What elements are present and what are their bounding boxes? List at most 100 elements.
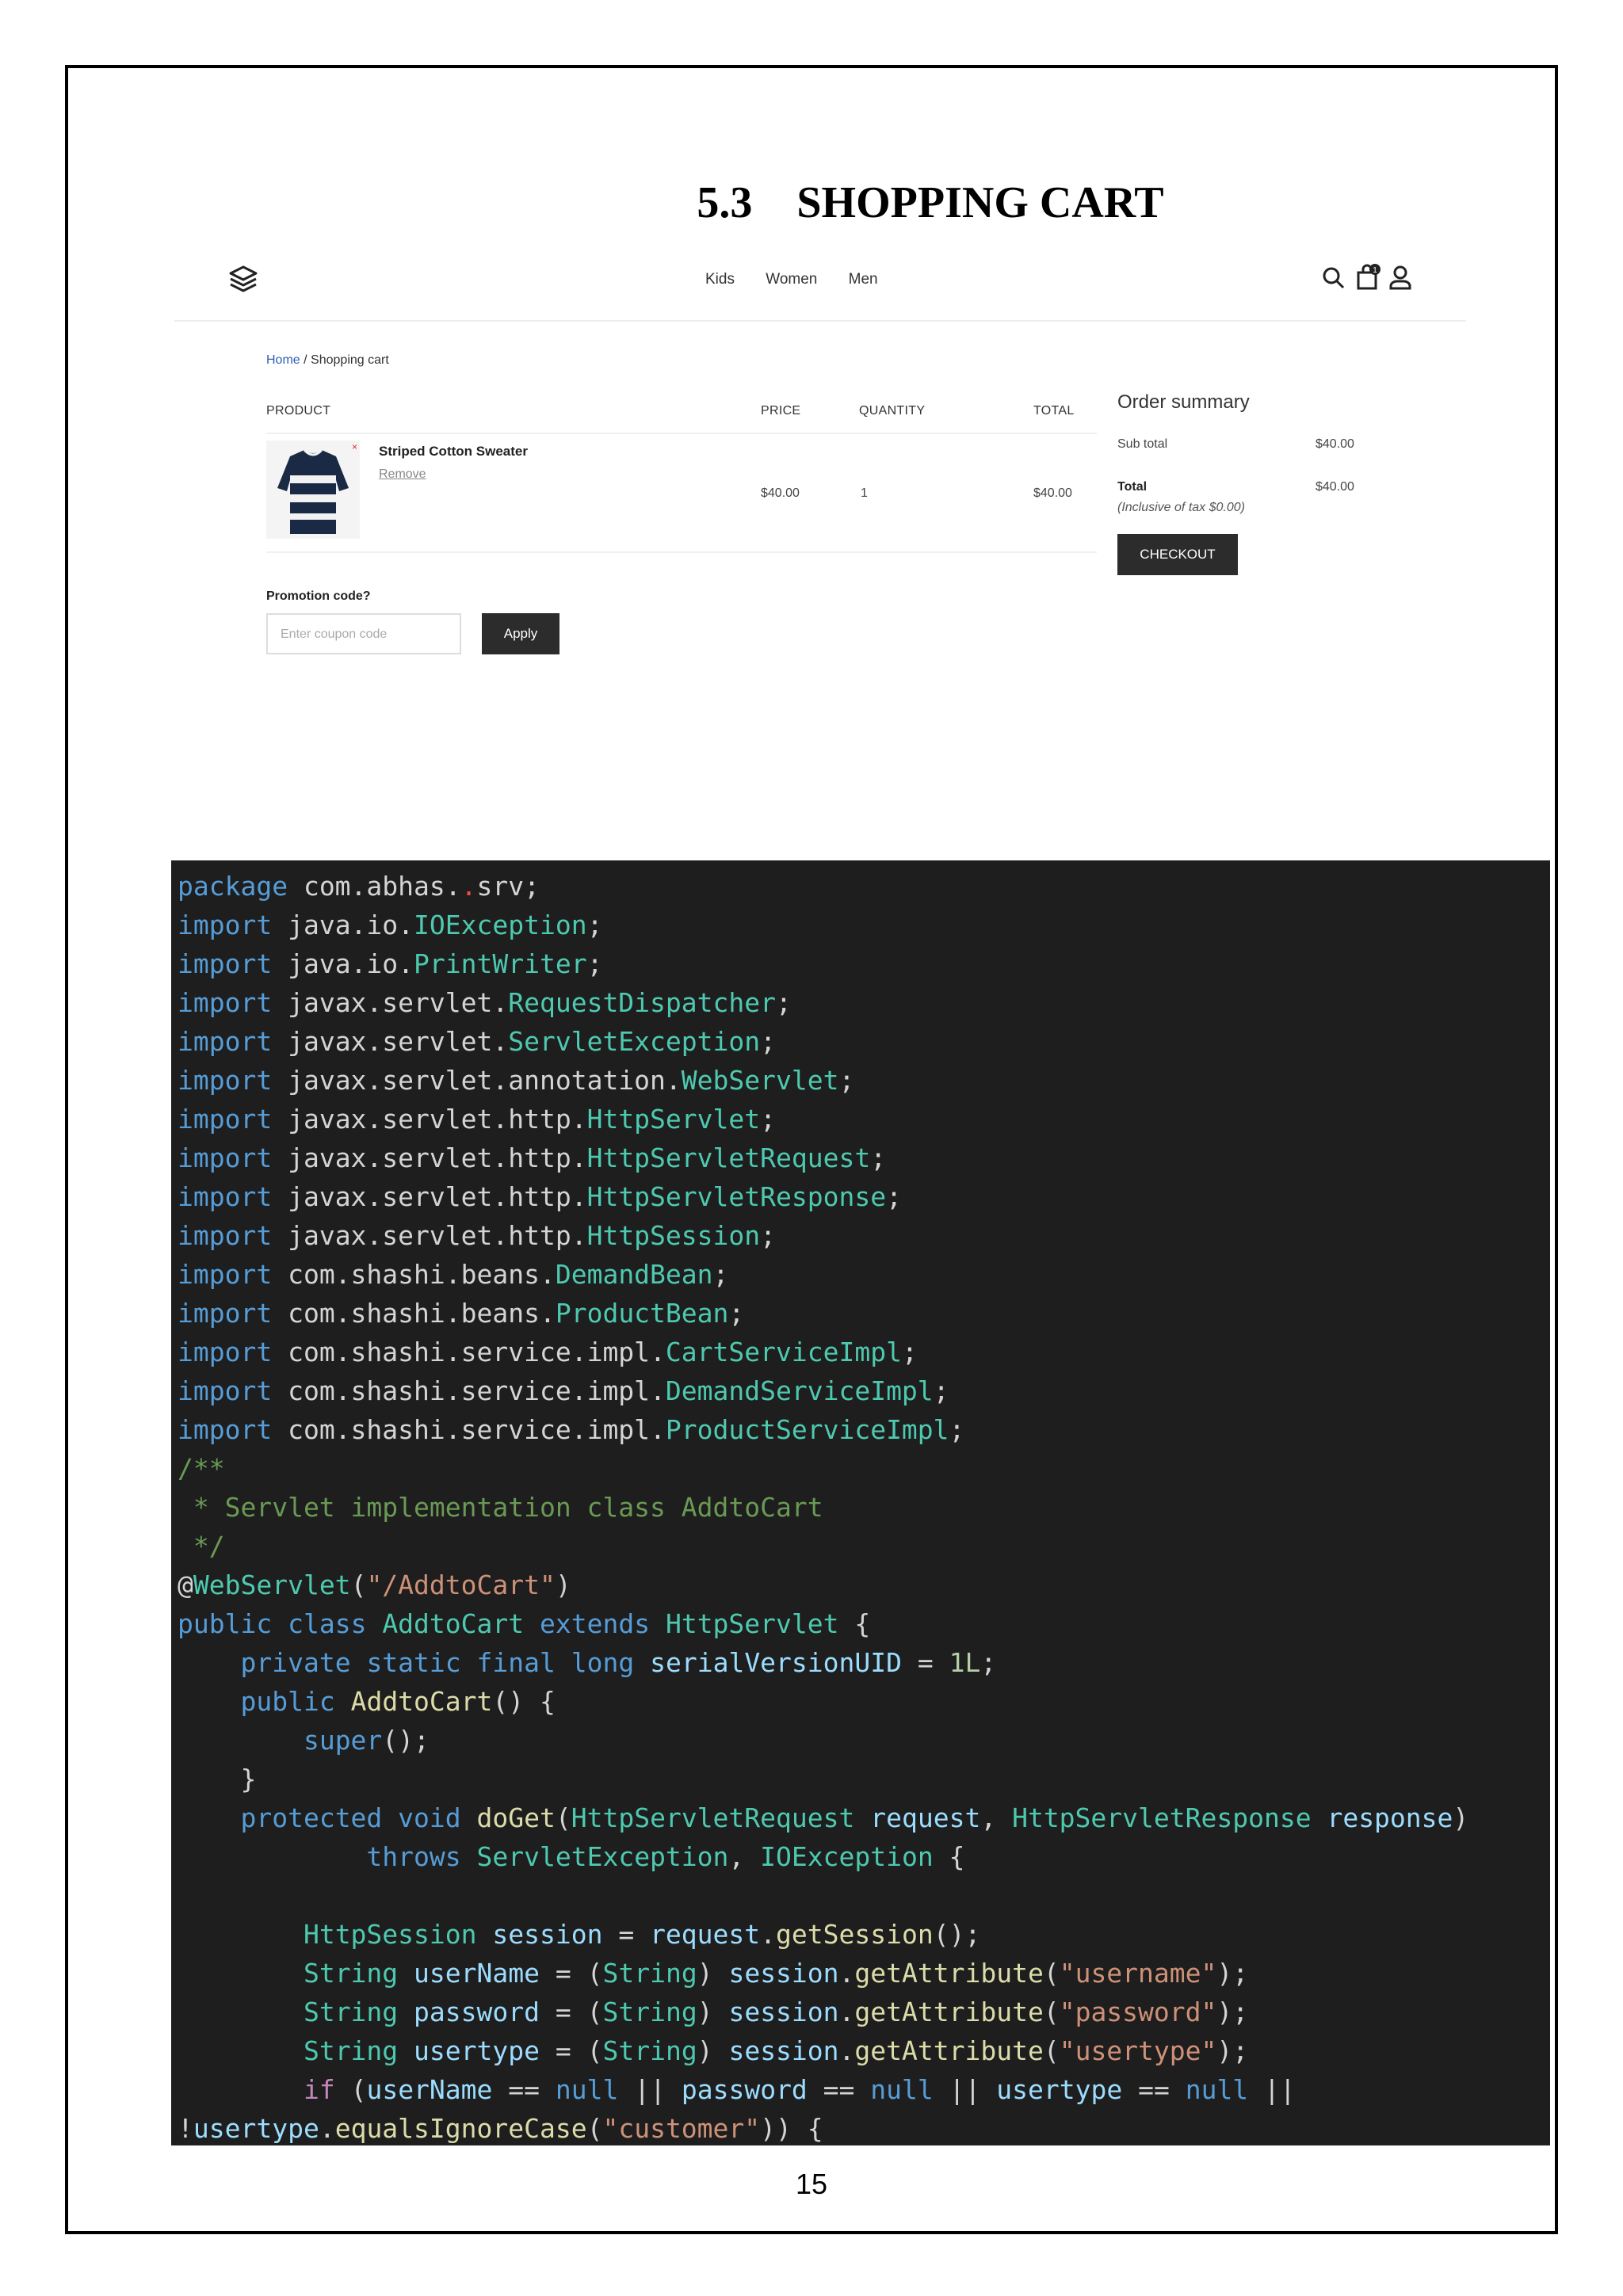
code-token: HttpServletResponse	[586, 1181, 887, 1212]
code-line: * Servlet implementation class AddtoCart	[178, 1488, 1550, 1527]
code-token: "username"	[1059, 1958, 1217, 1989]
item-quantity[interactable]: 1	[861, 486, 868, 501]
code-line: import javax.servlet.RequestDispatcher;	[178, 983, 1550, 1022]
code-token: );	[1216, 1997, 1249, 2027]
code-token: import	[178, 1181, 273, 1212]
code-token: ;	[712, 1259, 729, 1290]
code-line: }	[178, 1760, 1550, 1798]
code-token: (	[334, 2074, 367, 2105]
checkout-button[interactable]: CHECKOUT	[1117, 534, 1238, 575]
code-token: ==	[1122, 2074, 1186, 2105]
code-token: import	[178, 1337, 273, 1367]
code-token: ();	[382, 1725, 430, 1756]
code-token: userName	[414, 1958, 540, 1989]
code-token: null	[555, 2074, 619, 2105]
code-token: (	[555, 1802, 571, 1833]
code-token: import	[178, 1026, 273, 1057]
code-token: package	[178, 871, 288, 902]
column-header-total: TOTAL	[1033, 404, 1075, 418]
code-token: ==	[807, 2074, 871, 2105]
code-token: com.shashi.service.impl.	[272, 1375, 666, 1406]
code-token: "customer"	[602, 2113, 761, 2144]
code-token: private	[240, 1647, 351, 1678]
product-name[interactable]: Striped Cotton Sweater	[379, 444, 528, 460]
code-token: HttpSession	[303, 1919, 477, 1950]
code-token: HttpSession	[586, 1220, 761, 1251]
code-token: import	[178, 1220, 273, 1251]
code-token: session	[492, 1919, 603, 1950]
code-token: = (	[540, 2035, 603, 2066]
code-token: javax.servlet.	[272, 987, 509, 1018]
code-token: serialVersionUID	[650, 1647, 902, 1678]
code-token: public	[178, 1608, 273, 1639]
code-token: class	[288, 1608, 367, 1639]
nav-link-kids[interactable]: Kids	[705, 271, 735, 288]
code-line: !usertype.equalsIgnoreCase("customer")) …	[178, 2109, 1550, 2145]
code-token: "/AddtoCart"	[366, 1569, 556, 1600]
code-line: protected void doGet(HttpServletRequest …	[178, 1798, 1550, 1837]
coupon-code-input[interactable]: Enter coupon code	[266, 613, 461, 654]
nav-link-women[interactable]: Women	[766, 271, 817, 288]
code-token: =	[602, 1919, 651, 1950]
breadcrumb: Home / Shopping cart	[266, 353, 389, 368]
code-token: javax.servlet.annotation.	[272, 1065, 682, 1096]
code-token: session	[728, 1958, 839, 1989]
code-token: com.shashi.service.impl.	[272, 1337, 666, 1367]
code-token: {	[933, 1841, 965, 1872]
code-token: ,	[728, 1841, 761, 1872]
code-token: doGet	[476, 1802, 556, 1833]
code-token: import	[178, 1142, 273, 1173]
promo-label: Promotion code?	[266, 589, 371, 603]
code-token: .	[838, 1958, 855, 1989]
nav-link-men[interactable]: Men	[849, 271, 878, 288]
code-token: ;	[886, 1181, 902, 1212]
code-token: ;	[933, 1375, 949, 1406]
code-token: getAttribute	[854, 1958, 1044, 1989]
code-token: !	[178, 2113, 193, 2144]
code-token: protected	[240, 1802, 383, 1833]
code-token: import	[178, 1104, 273, 1135]
search-icon[interactable]	[1320, 263, 1347, 292]
code-token: ;	[980, 1647, 997, 1678]
code-token: =	[902, 1647, 949, 1678]
code-token: WebServlet	[193, 1569, 351, 1600]
code-token: .	[460, 871, 477, 902]
code-token: void	[398, 1802, 461, 1833]
code-line: import javax.servlet.ServletException;	[178, 1022, 1550, 1061]
code-token: import	[178, 987, 273, 1018]
code-line: import com.shashi.service.impl.DemandSer…	[178, 1371, 1550, 1410]
cart-count-badge: 1	[1373, 266, 1377, 275]
code-token: "password"	[1059, 1997, 1217, 2027]
code-token: )) {	[760, 2113, 823, 2144]
code-line: import com.shashi.beans.DemandBean;	[178, 1255, 1550, 1294]
code-line: import com.shashi.beans.ProductBean;	[178, 1294, 1550, 1333]
code-token: )	[555, 1569, 571, 1600]
cart-bag-icon[interactable]: 1	[1355, 263, 1382, 292]
code-token: ProductServiceImpl	[665, 1414, 949, 1445]
code-token: session	[728, 1997, 839, 2027]
code-token: = (	[540, 1997, 603, 2027]
code-token: (	[586, 2113, 603, 2144]
user-icon[interactable]	[1387, 263, 1414, 292]
code-token: if	[303, 2074, 335, 2105]
code-token: IOException	[414, 910, 587, 940]
total-label: Total	[1117, 480, 1148, 494]
logo-icon[interactable]	[228, 265, 258, 295]
apply-button[interactable]: Apply	[482, 613, 559, 654]
code-token: RequestDispatcher	[508, 987, 776, 1018]
remove-link[interactable]: Remove	[379, 467, 426, 482]
code-token: {	[838, 1608, 871, 1639]
breadcrumb-home[interactable]: Home	[266, 353, 300, 367]
code-line: import java.io.IOException;	[178, 906, 1550, 944]
code-token: com.abhas.	[288, 871, 461, 902]
product-thumbnail[interactable]: ×	[266, 441, 360, 539]
